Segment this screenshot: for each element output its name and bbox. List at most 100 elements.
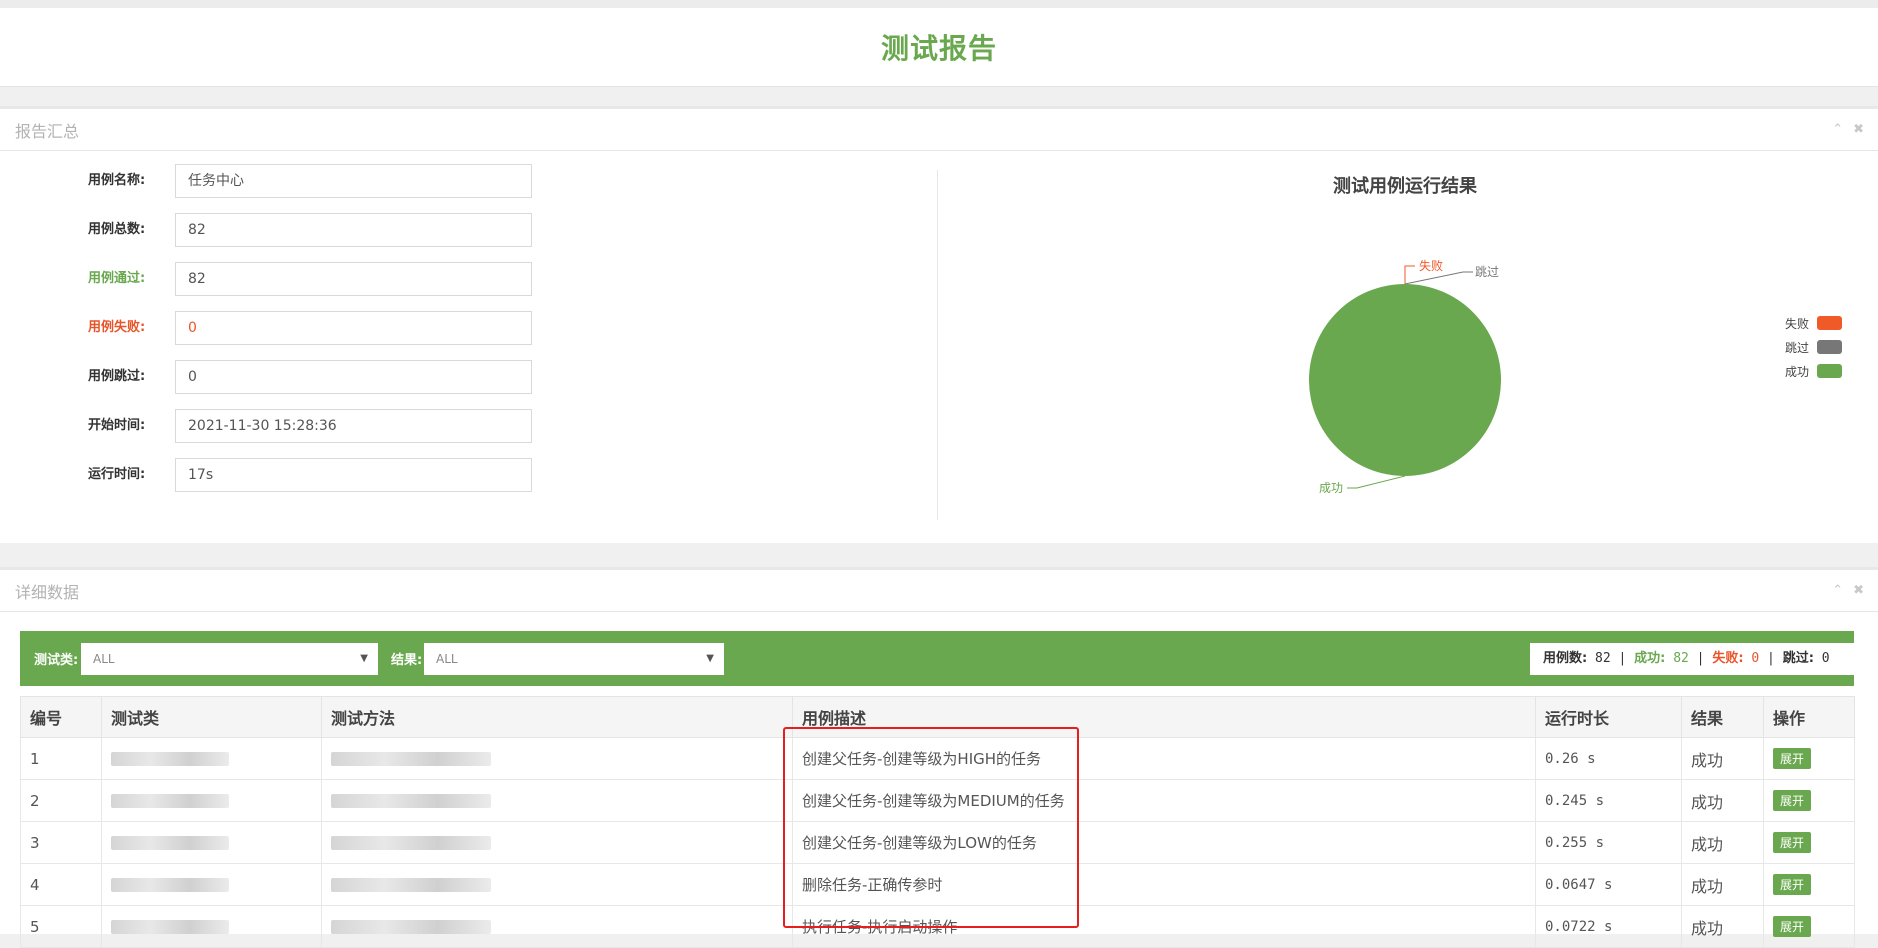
start-time-value[interactable]: 2021-11-30 15:28:36	[175, 409, 532, 443]
detail-panel-header: 详细数据 ⌃ ✖	[0, 570, 1878, 612]
row-id: 3	[20, 821, 102, 864]
expand-button[interactable]: 展开	[1773, 874, 1812, 895]
filter-bar: 测试类: ALL ▼ 结果: ALL ▼ 用例数: 82 | 成功: 82 | …	[20, 631, 1857, 686]
field-case-name: 用例名称: 任务中心	[0, 164, 937, 198]
row-class-redacted	[101, 821, 322, 864]
summary-divider	[937, 170, 938, 520]
pie-label-1: 跳过	[1475, 265, 1499, 279]
stats-fail: 0	[1751, 651, 1760, 666]
field-case-pass: 用例通过: 82	[0, 262, 937, 296]
expand-button[interactable]: 展开	[1773, 916, 1812, 937]
detail-panel-tools: ⌃ ✖	[1832, 583, 1864, 598]
pie-slice-2[interactable]	[1309, 284, 1501, 476]
table-row: 1 创建父任务-创建等级为HIGH的任务 0.26 s 成功 展开	[20, 737, 1855, 780]
row-duration: 0.0647 s	[1535, 863, 1682, 906]
table-row: 5 执行任务-执行启动操作 0.0722 s 成功 展开	[20, 905, 1855, 948]
summary-panel-tools: ⌃ ✖	[1832, 122, 1864, 137]
summary-panel-header: 报告汇总 ⌃ ✖	[0, 109, 1878, 151]
stats-pass-label: 成功:	[1634, 651, 1666, 666]
case-skip-value[interactable]: 0	[175, 360, 532, 394]
col-header-method[interactable]: 测试方法	[321, 696, 793, 738]
case-pass-value[interactable]: 82	[175, 262, 532, 296]
row-action-cell: 展开	[1763, 737, 1855, 780]
result-filter-label: 结果:	[391, 653, 423, 668]
legend-item[interactable]: 失败	[1785, 311, 1843, 335]
case-fail-value[interactable]: 0	[175, 311, 532, 345]
stats-summary: 用例数: 82 | 成功: 82 | 失败: 0 | 跳过: 0	[1530, 643, 1857, 675]
field-label: 用例名称:	[88, 173, 146, 188]
legend-swatch	[1817, 316, 1843, 330]
chevron-up-icon[interactable]: ⌃	[1832, 583, 1843, 598]
field-label: 用例跳过:	[88, 369, 146, 384]
table-row: 4 删除任务-正确传参时 0.0647 s 成功 展开	[20, 863, 1855, 906]
row-id: 4	[20, 863, 102, 906]
row-method-redacted	[321, 779, 793, 822]
expand-button[interactable]: 展开	[1773, 832, 1812, 853]
expand-button[interactable]: 展开	[1773, 790, 1812, 811]
stats-total: 82	[1595, 651, 1611, 666]
test-class-filter-label: 测试类:	[34, 653, 79, 668]
field-case-total: 用例总数: 82	[0, 213, 937, 247]
chevron-up-icon[interactable]: ⌃	[1832, 122, 1843, 137]
row-duration: 0.26 s	[1535, 737, 1682, 780]
stats-skip: 0	[1821, 651, 1830, 666]
row-class-redacted	[101, 863, 322, 906]
row-id: 1	[20, 737, 102, 780]
results-table: 编号 测试类 测试方法 用例描述 运行时长 结果 操作 1 创建父任务-创建等级…	[20, 696, 1855, 948]
row-class-redacted	[101, 905, 322, 948]
pie-leader-line	[1347, 475, 1406, 489]
col-header-desc[interactable]: 用例描述	[792, 696, 1536, 738]
legend-swatch	[1817, 364, 1843, 378]
detail-panel-title: 详细数据	[15, 582, 80, 602]
close-icon[interactable]: ✖	[1853, 583, 1864, 598]
field-case-skip: 用例跳过: 0	[0, 360, 937, 394]
row-class-redacted	[101, 737, 322, 780]
test-class-select[interactable]: ALL ▼	[81, 643, 378, 675]
field-label: 运行时间:	[88, 467, 146, 482]
col-header-result[interactable]: 结果	[1681, 696, 1764, 738]
test-class-select-value: ALL	[93, 652, 115, 666]
row-action-cell: 展开	[1763, 905, 1855, 948]
row-desc: 执行任务-执行启动操作	[792, 905, 1536, 948]
field-case-fail: 用例失败: 0	[0, 311, 937, 345]
pie-label-0: 失败	[1419, 258, 1443, 273]
table-row: 2 创建父任务-创建等级为MEDIUM的任务 0.245 s 成功 展开	[20, 779, 1855, 822]
page-title: 测试报告	[880, 32, 997, 65]
case-total-value[interactable]: 82	[175, 213, 532, 247]
legend-label: 失败	[1785, 316, 1810, 331]
row-result: 成功	[1681, 905, 1764, 948]
stats-total-label: 用例数:	[1543, 651, 1588, 666]
field-run-time: 运行时间: 17s	[0, 458, 937, 492]
stats-pass: 82	[1673, 651, 1689, 666]
col-header-action[interactable]: 操作	[1763, 696, 1855, 738]
row-action-cell: 展开	[1763, 779, 1855, 822]
legend-item[interactable]: 跳过	[1785, 335, 1843, 359]
run-time-value[interactable]: 17s	[175, 458, 532, 492]
row-result: 成功	[1681, 863, 1764, 906]
row-desc: 创建父任务-创建等级为LOW的任务	[792, 821, 1536, 864]
pie-label-2: 成功	[1319, 481, 1343, 495]
legend-item[interactable]: 成功	[1785, 359, 1843, 383]
legend-label: 跳过	[1785, 340, 1810, 355]
col-header-class[interactable]: 测试类	[101, 696, 322, 738]
chevron-down-icon: ▼	[360, 653, 368, 664]
row-desc: 删除任务-正确传参时	[792, 863, 1536, 906]
case-name-value[interactable]: 任务中心	[175, 164, 532, 198]
row-method-redacted	[321, 863, 793, 906]
col-header-id[interactable]: 编号	[20, 696, 102, 738]
row-id: 5	[20, 905, 102, 948]
legend-label: 成功	[1785, 364, 1810, 379]
result-select[interactable]: ALL ▼	[424, 643, 724, 675]
row-method-redacted	[321, 821, 793, 864]
close-icon[interactable]: ✖	[1853, 122, 1864, 137]
col-header-duration[interactable]: 运行时长	[1535, 696, 1682, 738]
row-class-redacted	[101, 779, 322, 822]
row-action-cell: 展开	[1763, 863, 1855, 906]
field-label: 用例失败:	[88, 320, 146, 335]
pie-chart: 失败 跳过成功	[1309, 258, 1501, 495]
row-duration: 0.245 s	[1535, 779, 1682, 822]
result-select-value: ALL	[436, 652, 458, 666]
table-row: 3 创建父任务-创建等级为LOW的任务 0.255 s 成功 展开	[20, 821, 1855, 864]
pie-leader-line	[1404, 265, 1415, 284]
expand-button[interactable]: 展开	[1773, 748, 1812, 769]
